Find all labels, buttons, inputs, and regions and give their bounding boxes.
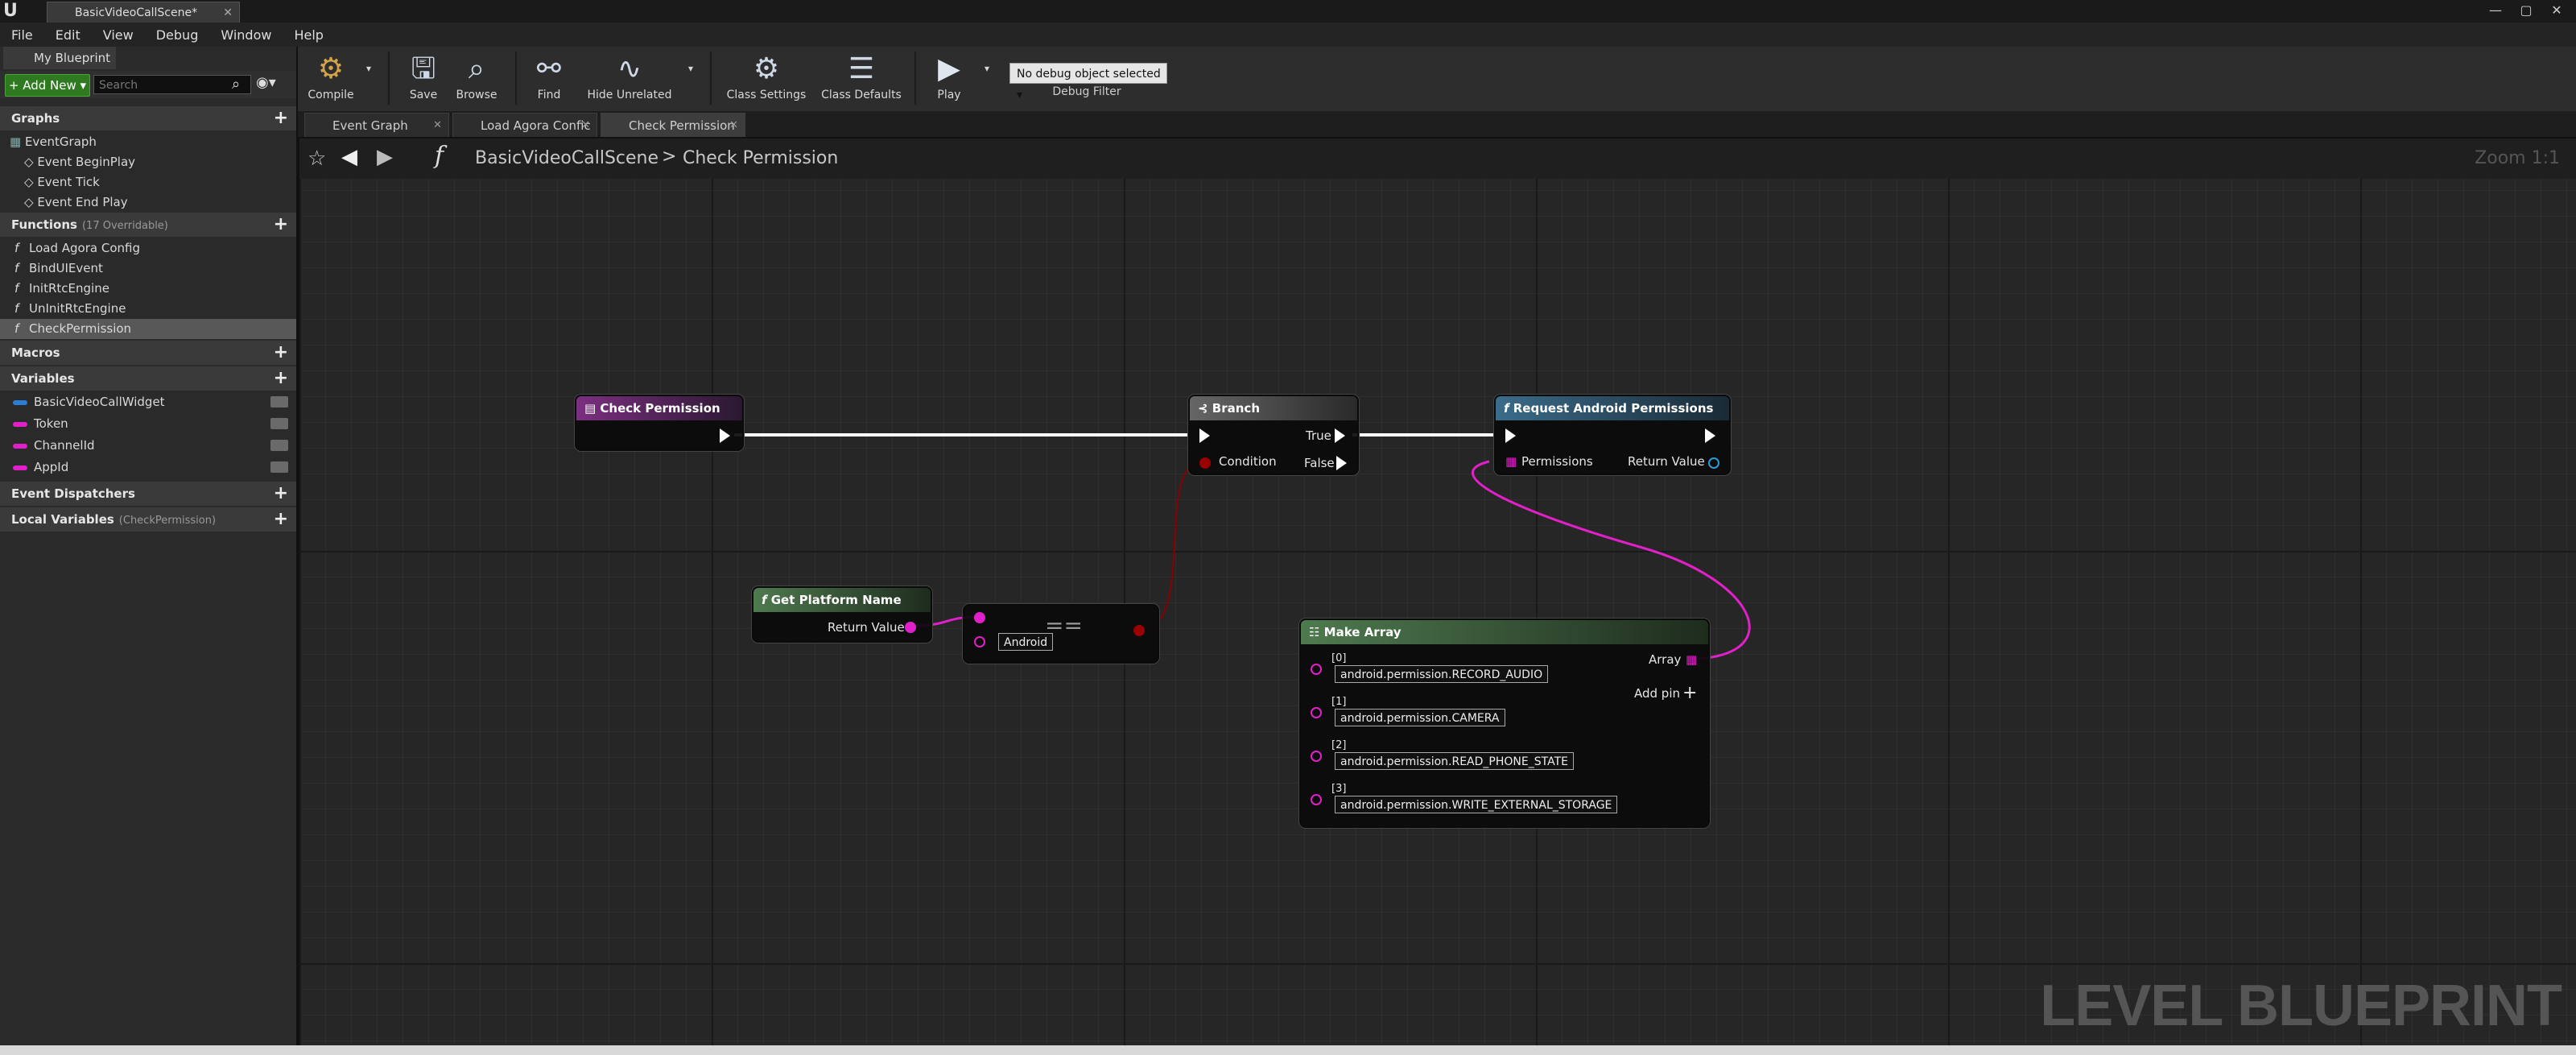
array-pin-label: Array: [1649, 652, 1682, 667]
entry-icon: ▤: [584, 401, 601, 416]
return-value-pin-label: Return Value: [1628, 454, 1705, 469]
equals-operator: ==: [1045, 612, 1083, 639]
array-item-pin[interactable]: [1311, 794, 1322, 805]
favorite-star-icon[interactable]: ☆: [308, 147, 326, 171]
zoom-level: Zoom 1:1: [2475, 148, 2560, 168]
node-get-platform-name[interactable]: f Get Platform Name Return Value: [752, 586, 932, 643]
function-icon: f: [435, 142, 444, 170]
node-header: ☷ Make Array: [1301, 620, 1708, 644]
graph-navigation-bar: ☆ ◀ ▶ f BasicVideoCallScene > Check Perm…: [299, 139, 2576, 179]
true-pin-label: True: [1306, 428, 1331, 443]
array-item-value[interactable]: android.permission.WRITE_EXTERNAL_STORAG…: [1335, 796, 1618, 813]
condition-pin[interactable]: [1199, 457, 1211, 469]
node-title: Make Array: [1323, 625, 1402, 639]
function-icon: f: [762, 593, 771, 607]
string-b-pin[interactable]: [974, 636, 985, 647]
node-request-android-permissions[interactable]: f Request Android Permissions ▦ Permissi…: [1494, 395, 1731, 475]
array-item-value[interactable]: android.permission.CAMERA: [1335, 709, 1505, 726]
node-header: ▤ Check Permission: [576, 396, 742, 420]
node-title: Request Android Permissions: [1513, 401, 1714, 416]
level-blueprint-watermark: LEVEL BLUEPRINT: [2040, 974, 2562, 1038]
back-arrow-icon[interactable]: ◀: [341, 145, 357, 169]
array-item-index: [1]: [1331, 696, 1347, 708]
make-array-icon: ☷: [1309, 625, 1324, 639]
exec-in-pin[interactable]: [1505, 428, 1516, 443]
false-exec-pin[interactable]: [1336, 456, 1347, 470]
array-item-pin[interactable]: [1311, 664, 1322, 675]
function-icon: f: [1504, 401, 1513, 416]
node-header: f Get Platform Name: [753, 588, 931, 612]
string-a-pin[interactable]: [974, 612, 985, 623]
false-pin-label: False: [1304, 456, 1335, 470]
array-item-index: [0]: [1331, 652, 1347, 664]
true-exec-pin[interactable]: [1335, 428, 1345, 443]
node-make-array[interactable]: ☷ Make Array Array ▦ Add pin + [0] andro…: [1299, 619, 1710, 828]
array-item-index: [3]: [1331, 783, 1347, 795]
node-header: f Request Android Permissions: [1496, 396, 1729, 420]
node-branch[interactable]: ⊰ Branch True Condition False: [1188, 395, 1359, 475]
exec-out-pin[interactable]: [1705, 428, 1715, 443]
node-header: ⊰ Branch: [1190, 396, 1357, 420]
exec-out-pin[interactable]: [720, 428, 730, 443]
bool-out-pin[interactable]: [1133, 625, 1145, 636]
array-pin-icon[interactable]: ▦: [1505, 454, 1517, 469]
return-value-pin[interactable]: [1708, 457, 1719, 469]
node-title: Check Permission: [600, 401, 720, 416]
branch-icon: ⊰: [1198, 401, 1212, 416]
node-title: Branch: [1212, 401, 1260, 416]
array-item-pin[interactable]: [1311, 751, 1322, 762]
breadcrumb-function[interactable]: Check Permission: [683, 148, 838, 168]
array-item-value[interactable]: android.permission.READ_PHONE_STATE: [1335, 752, 1574, 770]
array-item-pin[interactable]: [1311, 707, 1322, 718]
node-check-permission[interactable]: ▤ Check Permission: [575, 395, 744, 451]
breadcrumb-scene[interactable]: BasicVideoCallScene: [475, 148, 658, 168]
array-out-pin-icon[interactable]: ▦: [1686, 652, 1697, 667]
forward-arrow-icon[interactable]: ▶: [377, 145, 393, 169]
condition-pin-label: Condition: [1219, 454, 1277, 469]
permissions-pin-label: Permissions: [1521, 454, 1593, 469]
taskbar-strip: [0, 1045, 2576, 1055]
add-pin-plus-icon[interactable]: +: [1682, 683, 1697, 703]
breadcrumb-separator: >: [662, 147, 677, 167]
array-item-index: [2]: [1331, 739, 1347, 751]
return-value-pin-label: Return Value: [828, 620, 905, 635]
node-equals[interactable]: Android ==: [963, 604, 1159, 664]
array-item-value[interactable]: android.permission.RECORD_AUDIO: [1335, 665, 1549, 683]
return-value-pin[interactable]: [905, 622, 916, 633]
add-pin-label[interactable]: Add pin: [1634, 686, 1680, 701]
node-title: Get Platform Name: [770, 593, 902, 607]
exec-in-pin[interactable]: [1199, 428, 1210, 443]
